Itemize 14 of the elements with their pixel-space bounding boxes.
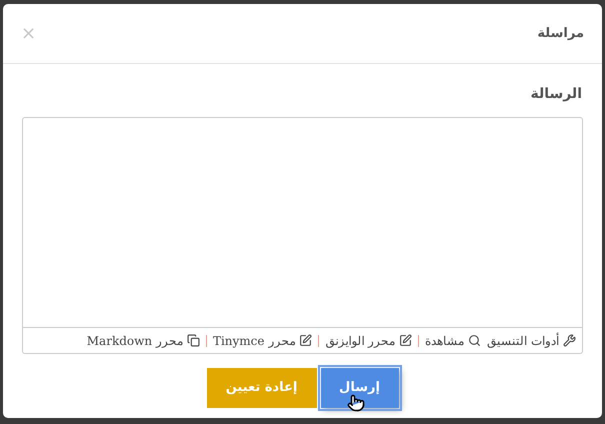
editor-tab[interactable]: أدوات التنسيق: [487, 332, 576, 350]
search-icon: [468, 334, 482, 347]
message-label: الرسالة: [529, 85, 583, 104]
tools-icon: [563, 334, 576, 347]
edit-icon: [399, 334, 412, 347]
editor-tab[interactable]: محرر الوايزنق: [325, 332, 412, 350]
editor-tab[interactable]: محرر Markdown: [86, 332, 200, 350]
dialog-title: مراسلة: [537, 24, 584, 43]
editor-tab[interactable]: محرر Tinymce: [212, 332, 312, 350]
editor-tab[interactable]: مشاهدة: [425, 332, 482, 350]
message-field[interactable]: [22, 117, 583, 328]
windows-icon: [186, 334, 200, 347]
hand-cursor-icon: [346, 394, 364, 412]
edit-icon: [299, 334, 312, 347]
